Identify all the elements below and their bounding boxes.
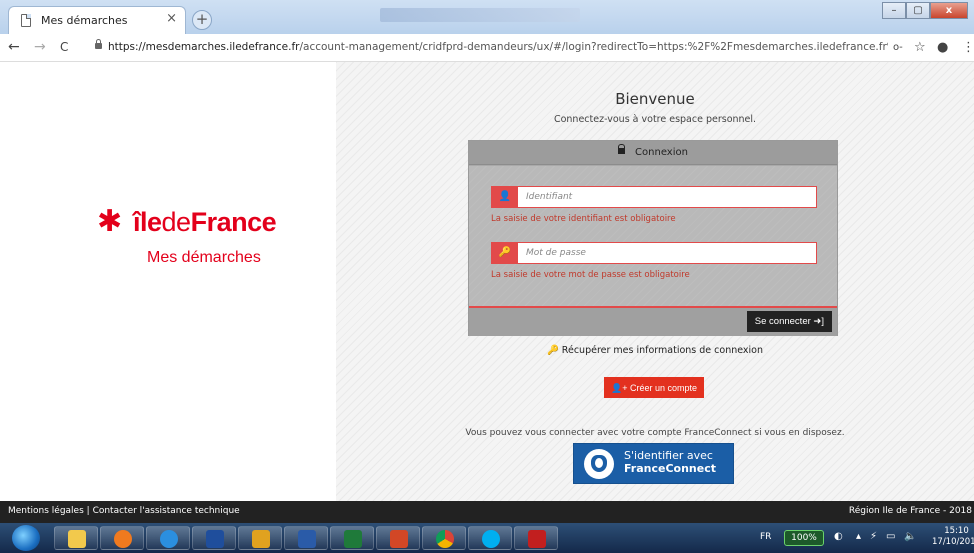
outlook-icon [252,530,270,548]
username-error: La saisie de votre identifiant est oblig… [491,214,676,224]
word-icon [298,530,316,548]
ie-icon [160,530,178,548]
task-excel[interactable] [330,526,374,550]
tab-title: Mes démarches [41,14,128,27]
tab-close-button[interactable]: × [166,12,177,26]
clock[interactable]: 15:10 17/10/2018 [932,526,974,548]
panel-footer: Se connecter ➜] [469,308,837,336]
fc-line1: S'identifier avec [624,449,713,462]
task-powerpoint[interactable] [376,526,420,550]
task-outlook[interactable] [238,526,282,550]
address-bar[interactable]: https://mesdemarches.iledefrance.fr/acco… [108,41,888,53]
password-error: La saisie de votre mot de passe est obli… [491,270,690,280]
menu-icon[interactable]: ⋮ [962,40,974,55]
tray-up-icon[interactable]: ▴ [856,531,861,542]
browser-titlebar: Mes démarches × + – ▢ x [0,0,974,34]
logo-subtitle: Mes démarches [147,249,261,266]
bookmark-star-icon[interactable]: ☆ [914,40,926,55]
brand-panel [0,62,336,501]
new-tab-button[interactable]: + [192,10,212,30]
fc-line2: FranceConnect [624,462,717,475]
task-explorer[interactable] [54,526,98,550]
background-window-title [380,8,580,22]
browser-toolbar: ← → C https://mesdemarches.iledefrance.f… [0,34,974,62]
excel-icon [344,530,362,548]
window-controls: – ▢ x [882,2,968,20]
username-field[interactable]: 👤 Identifiant [491,186,817,208]
franceconnect-button[interactable]: S'identifier avec FranceConnect [573,443,734,484]
task-media[interactable] [192,526,236,550]
reload-button[interactable]: C [60,40,68,54]
tray-power-icon[interactable]: ⚡ [870,531,877,542]
login-panel: Connexion 👤 Identifiant La saisie de vot… [468,140,838,336]
forward-button[interactable]: → [34,39,46,55]
battery-indicator[interactable]: 100% [784,530,824,546]
recover-credentials-link[interactable]: 🔑 Récupérer mes informations de connexio… [336,345,974,356]
page-icon [21,14,31,27]
footer-links: Mentions légales | Contacter l'assistanc… [8,506,240,516]
firefox-icon [114,530,132,548]
key-icon: 🔑 [492,243,518,263]
close-window-button[interactable]: x [930,2,968,19]
login-button[interactable]: Se connecter ➜] [746,311,832,332]
legal-link[interactable]: Mentions légales [8,506,84,516]
browser-tab[interactable]: Mes démarches × [8,6,186,34]
acrobat-icon [528,530,546,548]
tray-network-icon[interactable]: ▭ [886,531,895,542]
url-host: https://mesdemarches.iledefrance.fr [108,41,300,53]
franceconnect-logo-icon [584,449,614,479]
contact-link[interactable]: Contacter l'assistance technique [93,506,240,516]
password-placeholder: Mot de passe [526,248,586,258]
logo-star-icon: ✱ [97,204,123,239]
franceconnect-info: Vous pouvez vous connecter avec votre co… [465,428,845,438]
footer-separator: | [83,506,93,516]
panel-title: Connexion [635,147,688,158]
secure-lock-icon [95,39,102,49]
username-placeholder: Identifiant [526,192,573,202]
task-acrobat[interactable] [514,526,558,550]
create-account-button[interactable]: 👤+ Créer un compte [604,377,704,398]
clock-date: 17/10/2018 [932,537,974,547]
skype-icon [482,530,500,548]
language-indicator[interactable]: FR [760,532,771,542]
minimize-button[interactable]: – [882,2,906,19]
powerpoint-icon [390,530,408,548]
task-chrome[interactable] [422,526,466,550]
start-button[interactable] [12,525,40,551]
windows-taskbar: FR 100% ◐ ▴ ⚡ ▭ 🔈 15:10 17/10/2018 [0,523,974,553]
maximize-button[interactable]: ▢ [906,2,930,19]
welcome-subtitle: Connectez-vous à votre espace personnel. [553,114,757,125]
account-icon[interactable]: ● [937,40,948,55]
welcome-title: Bienvenue [615,90,695,108]
password-field[interactable]: 🔑 Mot de passe [491,242,817,264]
key-icon[interactable]: o‑ [893,42,903,53]
url-path: /account-management/cridfprd-demandeurs/… [299,41,888,53]
media-icon [206,530,224,548]
task-word[interactable] [284,526,328,550]
panel-body: 👤 Identifiant La saisie de votre identif… [469,166,837,306]
folder-icon [68,530,86,548]
task-ie[interactable] [146,526,190,550]
lock-icon [618,144,626,154]
task-skype[interactable] [468,526,512,550]
chrome-icon [436,530,454,548]
logo-wordmark: îledeFrance [133,207,277,237]
back-button[interactable]: ← [8,39,20,55]
footer-region: Région Ile de France - 2018 [848,506,972,516]
tray-volume-icon[interactable]: 🔈 [904,531,916,542]
tray-icon[interactable]: ◐ [834,531,843,542]
user-icon: 👤 [492,187,518,207]
clock-time: 15:10 [944,526,969,536]
panel-header: Connexion [469,141,837,165]
page-footer: Mentions légales | Contacter l'assistanc… [0,501,974,523]
task-firefox[interactable] [100,526,144,550]
